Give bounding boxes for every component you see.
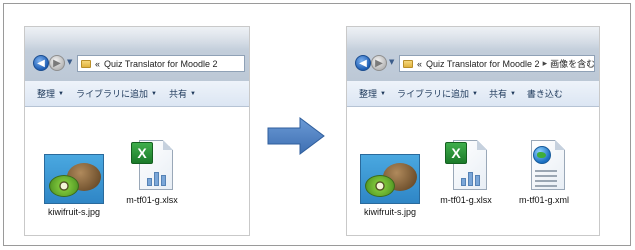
dropdown-arrow-icon: ▼	[150, 90, 157, 97]
toolbar-share-label: 共有	[168, 89, 187, 99]
toolbar-share-label: 共有	[488, 89, 507, 99]
address-chevron[interactable]: «	[95, 59, 100, 69]
toolbar-organize-label: 整理	[37, 89, 56, 99]
window-chrome: ◀ ▶ ▼ « Quiz Translator for Moodle 2	[25, 27, 249, 81]
back-button[interactable]: ◀	[355, 55, 371, 71]
toolbar-organize-label: 整理	[359, 89, 378, 99]
toolbar-share[interactable]: 共有 ▼	[489, 87, 516, 100]
folder-icon	[403, 59, 413, 68]
toolbar-share[interactable]: 共有 ▼	[169, 87, 196, 100]
kiwi-image-thumbnail-icon	[44, 154, 104, 204]
address-separator-icon[interactable]: ▸	[543, 58, 548, 69]
dropdown-arrow-icon: ▼	[509, 90, 516, 97]
recent-pages-dropdown-icon[interactable]: ▼	[389, 58, 394, 66]
file-list: kiwifruit-s.jpg X m-tf01-g.xlsx m-tf01-g…	[347, 108, 599, 235]
toolbar-add-to-library-label: ライブラリに追加	[396, 89, 469, 99]
command-toolbar: 整理 ▼ ライブラリに追加 ▼ 共有 ▼	[25, 81, 249, 107]
back-button[interactable]: ◀	[33, 55, 49, 71]
file-item-kiwifruit[interactable]: kiwifruit-s.jpg	[357, 154, 423, 217]
excel-file-icon: X	[129, 138, 175, 192]
kiwi-image-thumbnail-icon	[360, 154, 420, 204]
file-item-xlsx[interactable]: X m-tf01-g.xlsx	[433, 138, 499, 205]
command-toolbar: 整理 ▼ ライブラリに追加 ▼ 共有 ▼ 書き込む	[347, 81, 599, 107]
dropdown-arrow-icon: ▼	[189, 90, 196, 97]
address-path[interactable]: Quiz Translator for Moodle 2	[104, 59, 218, 69]
toolbar-add-to-library-label: ライブラリに追加	[75, 89, 148, 99]
toolbar-organize[interactable]: 整理 ▼	[359, 87, 386, 100]
figure-frame: ◀ ▶ ▼ « Quiz Translator for Moodle 2 整理 …	[3, 3, 631, 246]
toolbar-add-to-library[interactable]: ライブラリに追加 ▼	[397, 87, 478, 100]
explorer-window-before: ◀ ▶ ▼ « Quiz Translator for Moodle 2 整理 …	[24, 26, 250, 236]
file-item-xlsx[interactable]: X m-tf01-g.xlsx	[119, 138, 185, 205]
file-item-xml[interactable]: m-tf01-g.xml	[511, 138, 577, 205]
toolbar-burn[interactable]: 書き込む	[527, 87, 563, 100]
address-chevron[interactable]: «	[417, 59, 422, 69]
dropdown-arrow-icon: ▼	[58, 90, 64, 97]
right-arrow-icon	[267, 117, 325, 155]
folder-icon	[81, 59, 91, 68]
forward-button[interactable]: ▶	[49, 55, 65, 71]
excel-file-icon: X	[443, 138, 489, 192]
file-name: kiwifruit-s.jpg	[363, 207, 416, 217]
window-chrome: ◀ ▶ ▼ « Quiz Translator for Moodle 2 ▸ 画…	[347, 27, 599, 81]
forward-button[interactable]: ▶	[371, 55, 387, 71]
xml-file-icon	[521, 138, 567, 192]
recent-pages-dropdown-icon[interactable]: ▼	[67, 58, 72, 66]
file-name: kiwifruit-s.jpg	[47, 207, 100, 217]
toolbar-add-to-library[interactable]: ライブラリに追加 ▼	[76, 87, 157, 100]
address-bar[interactable]: « Quiz Translator for Moodle 2	[77, 55, 245, 72]
dropdown-arrow-icon: ▼	[380, 90, 386, 97]
toolbar-organize[interactable]: 整理 ▼	[37, 87, 64, 100]
file-item-kiwifruit[interactable]: kiwifruit-s.jpg	[41, 154, 107, 217]
explorer-window-after: ◀ ▶ ▼ « Quiz Translator for Moodle 2 ▸ 画…	[346, 26, 600, 236]
address-subfolder[interactable]: 画像を含むデ	[550, 57, 594, 70]
dropdown-arrow-icon: ▼	[471, 90, 478, 97]
address-bar[interactable]: « Quiz Translator for Moodle 2 ▸ 画像を含むデ	[399, 55, 595, 72]
address-path[interactable]: Quiz Translator for Moodle 2	[426, 59, 540, 69]
toolbar-burn-label: 書き込む	[526, 89, 563, 99]
file-name: m-tf01-g.xlsx	[440, 195, 492, 205]
file-name: m-tf01-g.xml	[518, 195, 569, 205]
file-list: kiwifruit-s.jpg X m-tf01-g.xlsx	[25, 108, 249, 235]
file-name: m-tf01-g.xlsx	[126, 195, 178, 205]
